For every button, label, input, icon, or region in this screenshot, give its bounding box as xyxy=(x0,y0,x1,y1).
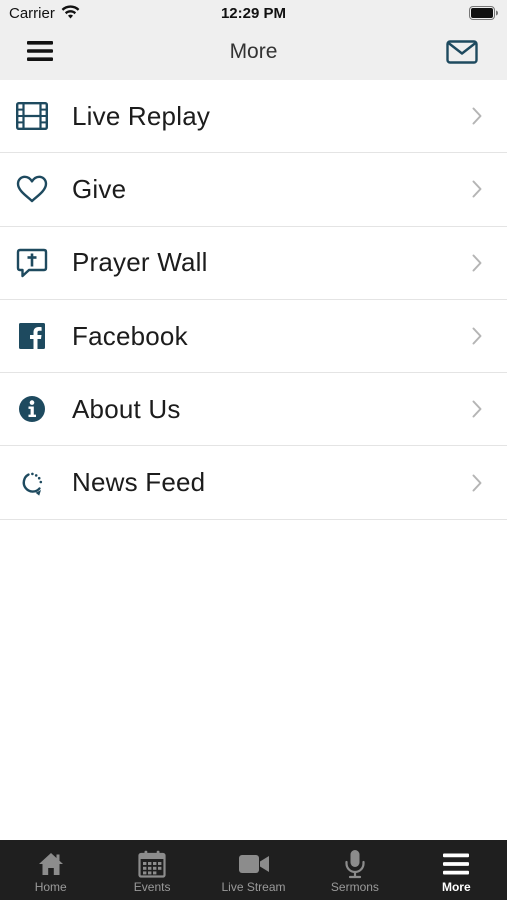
video-camera-icon xyxy=(237,849,271,879)
prayer-bubble-icon xyxy=(14,245,50,281)
menu-item-facebook[interactable]: Facebook xyxy=(0,300,507,374)
tab-sermons[interactable]: Sermons xyxy=(304,840,405,900)
menu-item-label: Give xyxy=(72,173,127,204)
menu-item-label: Prayer Wall xyxy=(72,247,208,278)
tab-home[interactable]: Home xyxy=(0,840,101,900)
menu-item-label: About Us xyxy=(72,393,181,424)
chevron-right-icon xyxy=(471,399,483,419)
page-title: More xyxy=(229,40,278,63)
status-time: 12:29 PM xyxy=(220,5,287,22)
menu-item-label: News Feed xyxy=(72,467,206,498)
chevron-right-icon xyxy=(471,253,483,273)
film-icon xyxy=(14,98,50,134)
facebook-icon xyxy=(14,318,50,354)
navigation-bar: More xyxy=(0,28,507,80)
status-bar: Carrier 12:29 PM xyxy=(0,0,507,28)
menu-item-about-us[interactable]: About Us xyxy=(0,373,507,447)
info-icon xyxy=(14,391,50,427)
refresh-feed-icon xyxy=(14,465,50,501)
chevron-right-icon xyxy=(471,326,483,346)
chevron-right-icon xyxy=(471,179,483,199)
more-menu-list: Live Replay Give Prayer Wall Facebook Ab… xyxy=(0,80,507,520)
microphone-icon xyxy=(338,849,372,879)
menu-item-live-replay[interactable]: Live Replay xyxy=(0,80,507,154)
chevron-right-icon xyxy=(471,106,483,126)
menu-item-prayer-wall[interactable]: Prayer Wall xyxy=(0,227,507,300)
bottom-tab-bar: Home Events Live Stream Sermons More xyxy=(0,840,507,900)
menu-item-label: Live Replay xyxy=(72,100,211,131)
home-icon xyxy=(34,849,68,879)
tab-label: More xyxy=(441,880,471,894)
tab-label: Home xyxy=(34,880,67,894)
mail-icon xyxy=(446,39,478,69)
tab-label: Events xyxy=(133,880,171,894)
battery-icon xyxy=(469,6,499,25)
heart-icon xyxy=(14,171,50,207)
menu-item-give[interactable]: Give xyxy=(0,153,507,227)
tab-events[interactable]: Events xyxy=(101,840,202,900)
tab-live-stream[interactable]: Live Stream xyxy=(203,840,304,900)
mail-button[interactable] xyxy=(443,39,481,69)
chevron-right-icon xyxy=(471,473,483,493)
tab-label: Live Stream xyxy=(221,880,286,894)
calendar-icon xyxy=(135,849,169,879)
tab-more[interactable]: More xyxy=(406,840,507,900)
menu-item-label: Facebook xyxy=(72,320,188,351)
menu-item-news-feed[interactable]: News Feed xyxy=(0,446,507,520)
hamburger-menu-icon xyxy=(439,849,473,879)
tab-label: Sermons xyxy=(330,880,379,894)
